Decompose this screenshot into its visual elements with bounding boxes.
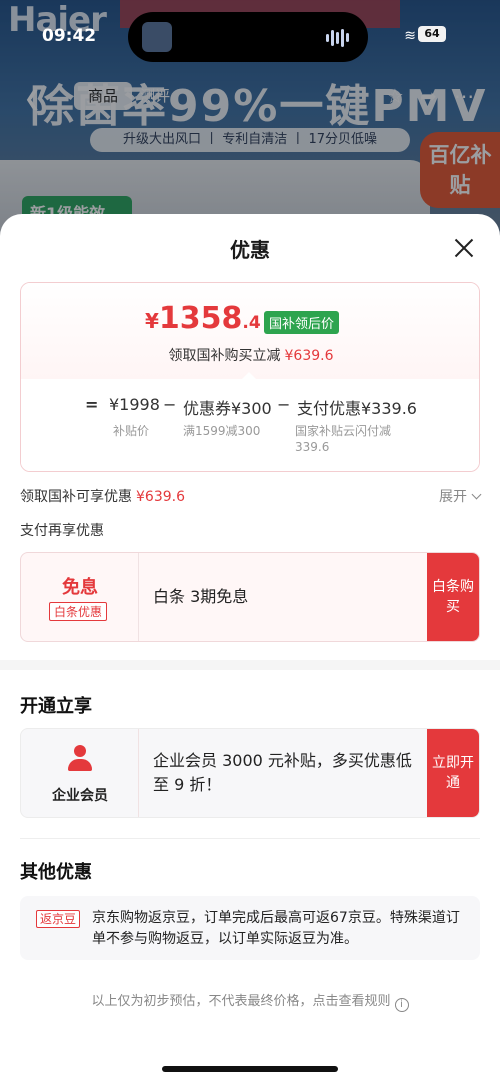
jd-bean-tag: 返京豆 bbox=[36, 910, 81, 928]
price-breakdown-card: ¥1358.4 国补领后价 领取国补购买立减 ¥639.6 = ¥1998 补贴价… bbox=[20, 282, 480, 472]
payment-discount-label-line1: 国家补贴云闪付减 bbox=[295, 424, 392, 438]
section-divider bbox=[0, 660, 500, 670]
battery-icon: 64 bbox=[418, 26, 446, 42]
wifi-icon: ≋ bbox=[404, 28, 416, 44]
disclaimer-text: 以上仅为初步预估，不代表最终价格，点击查看规则 bbox=[91, 994, 391, 1009]
divider-line bbox=[20, 838, 480, 839]
baitiao-desc: 白条 3期免息 bbox=[153, 587, 249, 606]
price-formula: = ¥1998 补贴价 − 优惠券¥300 满1599减300 − 支付优惠¥3… bbox=[21, 379, 479, 471]
jd-bean-desc: 京东购物返京豆，订单完成后最高可返67京豆。特殊渠道订单不参与购物返豆，以订单实… bbox=[92, 910, 460, 947]
minus-sign: − bbox=[163, 395, 177, 414]
final-price: ¥1358.4 bbox=[145, 301, 261, 336]
status-time: 09:42 bbox=[42, 26, 97, 46]
member-offer-card: 企业会员 企业会员 3000 元补贴，多买优惠低至 9 折！ 立即开通 bbox=[20, 728, 480, 818]
instant-save-line: 领取国补购买立减 ¥639.6 bbox=[21, 345, 479, 365]
equals-sign: = bbox=[85, 395, 99, 414]
baitiao-offer-left: 免息 白条优惠 bbox=[21, 553, 139, 641]
currency-symbol: ¥ bbox=[145, 309, 159, 333]
minus-sign: − bbox=[277, 395, 291, 414]
interest-free-headline: 免息 bbox=[62, 577, 98, 598]
expand-button[interactable]: 展开 bbox=[439, 486, 482, 506]
claim-value: ¥639.6 bbox=[136, 489, 185, 505]
media-thumbnail bbox=[142, 22, 172, 52]
audio-wave-icon bbox=[326, 27, 352, 47]
chevron-down-icon bbox=[471, 489, 482, 500]
claim-label: 领取国补可享优惠 bbox=[20, 489, 132, 505]
instant-save-value: ¥639.6 bbox=[284, 348, 334, 364]
close-icon[interactable] bbox=[454, 238, 474, 258]
status-bar: 09:42 ≋ 64 bbox=[0, 0, 500, 64]
open-section-title: 开通立享 bbox=[20, 696, 92, 717]
instant-save-label: 领取国补购买立减 bbox=[168, 348, 281, 364]
discount-sheet: 优惠 ¥1358.4 国补领后价 领取国补购买立减 ¥639.6 = ¥1998 … bbox=[0, 214, 500, 1083]
user-icon bbox=[67, 745, 93, 771]
open-membership-button[interactable]: 立即开通 bbox=[427, 729, 479, 817]
expand-label: 展开 bbox=[439, 489, 467, 505]
info-icon: i bbox=[394, 998, 409, 1012]
other-section-title: 其他优惠 bbox=[20, 862, 92, 883]
coupon-condition: 满1599减300 bbox=[183, 424, 261, 438]
claim-subsidy-row: 领取国补可享优惠 ¥639.6 展开 bbox=[20, 486, 482, 506]
home-indicator[interactable] bbox=[162, 1066, 338, 1072]
sheet-title: 优惠 bbox=[230, 238, 270, 262]
payment-discount: 支付优惠¥339.6 bbox=[297, 399, 417, 418]
disclaimer-link[interactable]: 以上仅为初步预估，不代表最终价格，点击查看规则 i bbox=[0, 990, 500, 1012]
pay-more-label: 支付再享优惠 bbox=[20, 523, 104, 539]
price-decimal: .4 bbox=[242, 313, 261, 333]
coupon-amount: 优惠券¥300 bbox=[183, 399, 272, 418]
payment-discount-label: 国家补贴云闪付减 339.6 bbox=[295, 423, 391, 455]
baitiao-offer-card: 免息 白条优惠 白条 3期免息 白条购买 bbox=[20, 552, 480, 642]
baitiao-buy-button[interactable]: 白条购买 bbox=[427, 553, 479, 641]
member-label: 企业会员 bbox=[52, 788, 108, 804]
dynamic-island bbox=[128, 12, 368, 62]
base-price: ¥1998 bbox=[109, 395, 160, 414]
price-integer: 1358 bbox=[158, 301, 243, 336]
member-desc: 企业会员 3000 元补贴，多买优惠低至 9 折！ bbox=[153, 751, 412, 794]
jd-bean-offer: 返京豆 京东购物返京豆，订单完成后最高可返67京豆。特殊渠道订单不参与购物返豆，… bbox=[20, 896, 480, 960]
base-price-label: 补贴价 bbox=[113, 424, 150, 438]
payment-discount-label-line2: 339.6 bbox=[295, 440, 330, 454]
subsidy-price-tag: 国补领后价 bbox=[264, 311, 340, 334]
baitiao-tag: 白条优惠 bbox=[49, 602, 108, 621]
final-price-area: ¥1358.4 国补领后价 领取国补购买立减 ¥639.6 bbox=[21, 283, 479, 380]
member-offer-left: 企业会员 bbox=[21, 729, 139, 817]
